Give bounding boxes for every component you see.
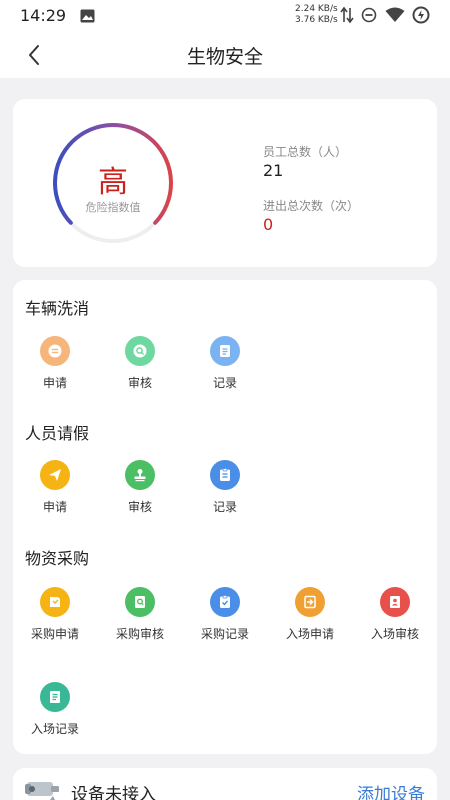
risk-level-label: 危险指数值 <box>85 201 141 214</box>
stamp-icon <box>125 460 155 490</box>
list-document-icon <box>40 682 70 712</box>
leave-record-label: 记录 <box>212 500 237 514</box>
nav-bar: 生物安全 <box>0 32 450 78</box>
battery-icon <box>412 6 430 28</box>
leave-review-button[interactable]: 审核 <box>98 460 182 515</box>
functions-card: 车辆洗消 申请 审核 记录 人员请假 申请 审核 记录 物资采购 采购申请 采购… <box>13 280 437 754</box>
vehicle-apply-label: 申请 <box>42 376 67 390</box>
speed-down: 3.76 KB/s <box>295 15 338 25</box>
entry-record-button[interactable]: 入场记录 <box>13 682 97 737</box>
section-title-purchase: 物资采购 <box>25 549 90 568</box>
entry-apply-button[interactable]: 入场申请 <box>268 587 352 642</box>
entries-label: 进出总次数（次） <box>263 199 360 213</box>
vehicle-review-label: 审核 <box>127 376 152 390</box>
purchase-apply-icon <box>40 587 70 617</box>
speed-up: 2.24 KB/s <box>295 4 338 14</box>
entry-review-button[interactable]: 入场审核 <box>353 587 437 642</box>
entry-review-label: 入场审核 <box>370 627 419 641</box>
purchase-record-button[interactable]: 采购记录 <box>183 587 267 642</box>
risk-level-value: 高 <box>98 165 128 200</box>
vehicle-review-button[interactable]: 审核 <box>98 336 182 391</box>
image-icon <box>80 8 95 23</box>
camera-icon <box>23 778 61 800</box>
status-time: 14:29 <box>20 6 67 25</box>
risk-overview-card: 高 危险指数值 员工总数（人） 21 进出总次数（次） 0 <box>13 99 437 267</box>
section-title-leave: 人员请假 <box>25 424 90 443</box>
status-bar: 14:29 2.24 KB/s 3.76 KB/s <box>0 0 450 32</box>
leave-apply-button[interactable]: 申请 <box>13 460 97 515</box>
clipboard-check-icon <box>210 587 240 617</box>
apply-icon <box>40 336 70 366</box>
review-icon <box>125 336 155 366</box>
search-document-icon <box>125 587 155 617</box>
page-title: 生物安全 <box>186 46 263 68</box>
add-device-button[interactable]: 添加设备 <box>357 780 425 800</box>
login-icon <box>295 587 325 617</box>
vehicle-record-label: 记录 <box>212 376 237 390</box>
purchase-apply-label: 采购申请 <box>30 627 79 641</box>
network-speed: 2.24 KB/s 3.76 KB/s <box>295 4 338 26</box>
employees-label: 员工总数（人） <box>263 145 348 159</box>
leave-apply-label: 申请 <box>42 500 67 514</box>
data-transfer-icon <box>340 6 354 28</box>
device-status: 设备未接入 <box>71 785 156 800</box>
send-icon <box>40 460 70 490</box>
section-title-vehicle: 车辆洗消 <box>25 299 90 318</box>
entries-value: 0 <box>263 215 274 234</box>
clipboard-icon <box>210 460 240 490</box>
vehicle-apply-button[interactable]: 申请 <box>13 336 97 391</box>
device-card: 设备未接入 添加设备 <box>13 768 437 800</box>
vehicle-record-button[interactable]: 记录 <box>183 336 267 391</box>
purchase-review-label: 采购审核 <box>115 627 164 641</box>
purchase-record-label: 采购记录 <box>200 627 249 641</box>
leave-record-button[interactable]: 记录 <box>183 460 267 515</box>
employees-value: 21 <box>263 161 284 180</box>
entry-apply-label: 入场申请 <box>285 627 334 641</box>
purchase-review-button[interactable]: 采购审核 <box>98 587 182 642</box>
contact-card-icon <box>380 587 410 617</box>
entry-record-label: 入场记录 <box>30 722 79 736</box>
do-not-disturb-icon <box>361 7 377 27</box>
purchase-apply-button[interactable]: 采购申请 <box>13 587 97 642</box>
record-icon <box>210 336 240 366</box>
leave-review-label: 审核 <box>127 500 152 514</box>
wifi-icon <box>385 7 405 27</box>
